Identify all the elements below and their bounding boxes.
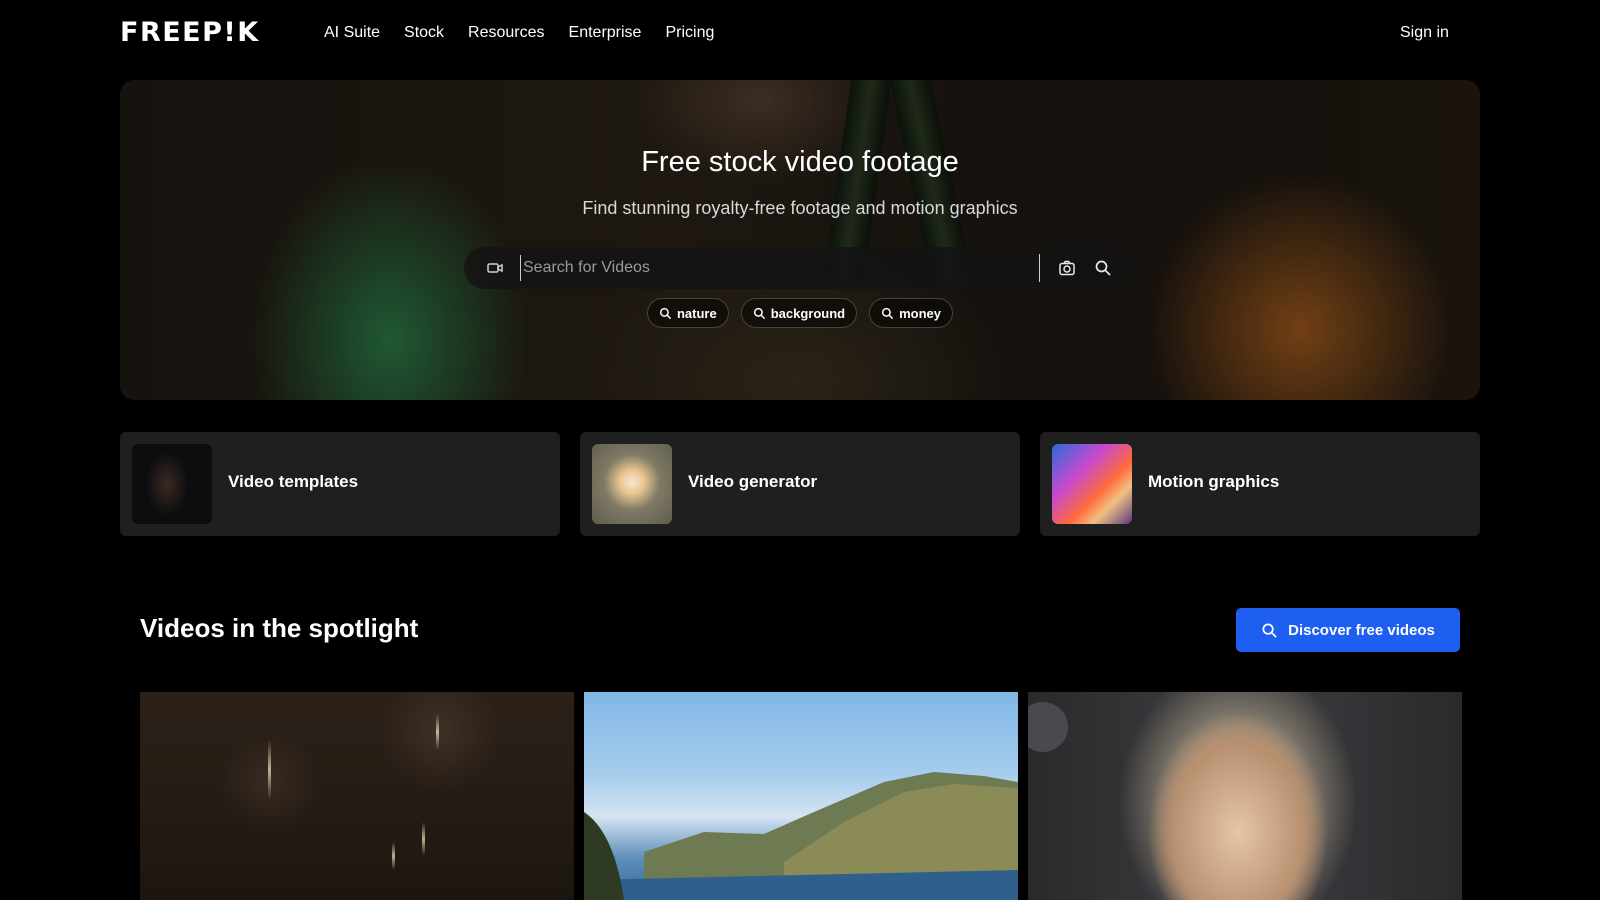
search-icon: [882, 307, 894, 319]
search-chip-background[interactable]: background: [740, 298, 858, 328]
spotlight-videos: [140, 692, 1462, 900]
camera-icon[interactable]: [1058, 259, 1076, 277]
video-thumbnail-coast[interactable]: [584, 692, 1018, 900]
search-icon[interactable]: [1094, 259, 1112, 277]
video-thumbnail-rain[interactable]: [140, 692, 574, 900]
top-navigation: FREEP!K AI Suite Stock Resources Enterpr…: [0, 0, 1600, 68]
search-divider: [1039, 254, 1040, 282]
main-nav: AI Suite Stock Resources Enterprise Pric…: [324, 22, 738, 44]
hero-banner: Free stock video footage Find stunning r…: [120, 80, 1480, 400]
motion-graphics-thumbnail: [1052, 444, 1132, 524]
nav-pricing[interactable]: Pricing: [665, 22, 714, 44]
search-icon: [753, 307, 765, 319]
chip-label: nature: [676, 305, 717, 321]
video-thumbnail-woman[interactable]: [1028, 692, 1462, 900]
hero-title: Free stock video footage: [641, 146, 959, 178]
spotlight-title: Videos in the spotlight: [140, 613, 419, 643]
chip-label: money: [899, 305, 942, 321]
card-motion-graphics[interactable]: Motion graphics: [1040, 432, 1480, 536]
video-camera-icon[interactable]: [486, 259, 504, 277]
nav-stock[interactable]: Stock: [404, 22, 444, 44]
card-label: Video generator: [688, 472, 818, 491]
video-background-decoration: [392, 842, 395, 870]
video-background-decoration: [1028, 702, 1068, 752]
coast-landscape: [584, 772, 1018, 900]
sign-in-link[interactable]: Sign in: [1400, 22, 1449, 44]
nav-enterprise[interactable]: Enterprise: [569, 22, 642, 44]
chip-label: background: [770, 305, 846, 321]
card-video-generator[interactable]: Video generator: [580, 432, 1020, 536]
search-chip-nature[interactable]: nature: [646, 298, 729, 328]
suggested-searches: nature background money: [120, 298, 1480, 328]
search-icon: [659, 307, 672, 319]
card-label: Video templates: [228, 472, 359, 491]
card-video-templates[interactable]: Video templates: [120, 432, 560, 536]
search-bar: [464, 247, 1136, 289]
nav-resources[interactable]: Resources: [468, 22, 544, 44]
discover-free-videos-button[interactable]: Discover free videos: [1236, 608, 1460, 652]
video-background-decoration: [422, 822, 425, 856]
search-icon: [1262, 623, 1277, 638]
hero-content: Free stock video footage Find stunning r…: [120, 80, 1480, 400]
search-chip-money[interactable]: money: [869, 298, 954, 328]
discover-button-label: Discover free videos: [1288, 621, 1435, 639]
nav-ai-suite[interactable]: AI Suite: [324, 22, 380, 44]
freepik-logo[interactable]: FREEP!K: [120, 19, 260, 47]
video-generator-thumbnail: [592, 444, 672, 524]
search-input[interactable]: [520, 255, 1020, 281]
video-background-decoration: [436, 714, 439, 750]
video-templates-thumbnail: [132, 444, 212, 524]
category-cards: Video templates Video generator Motion g…: [120, 432, 1480, 536]
card-label: Motion graphics: [1148, 472, 1280, 491]
video-background-decoration: [268, 740, 271, 800]
hero-subtitle: Find stunning royalty-free footage and m…: [582, 198, 1018, 218]
